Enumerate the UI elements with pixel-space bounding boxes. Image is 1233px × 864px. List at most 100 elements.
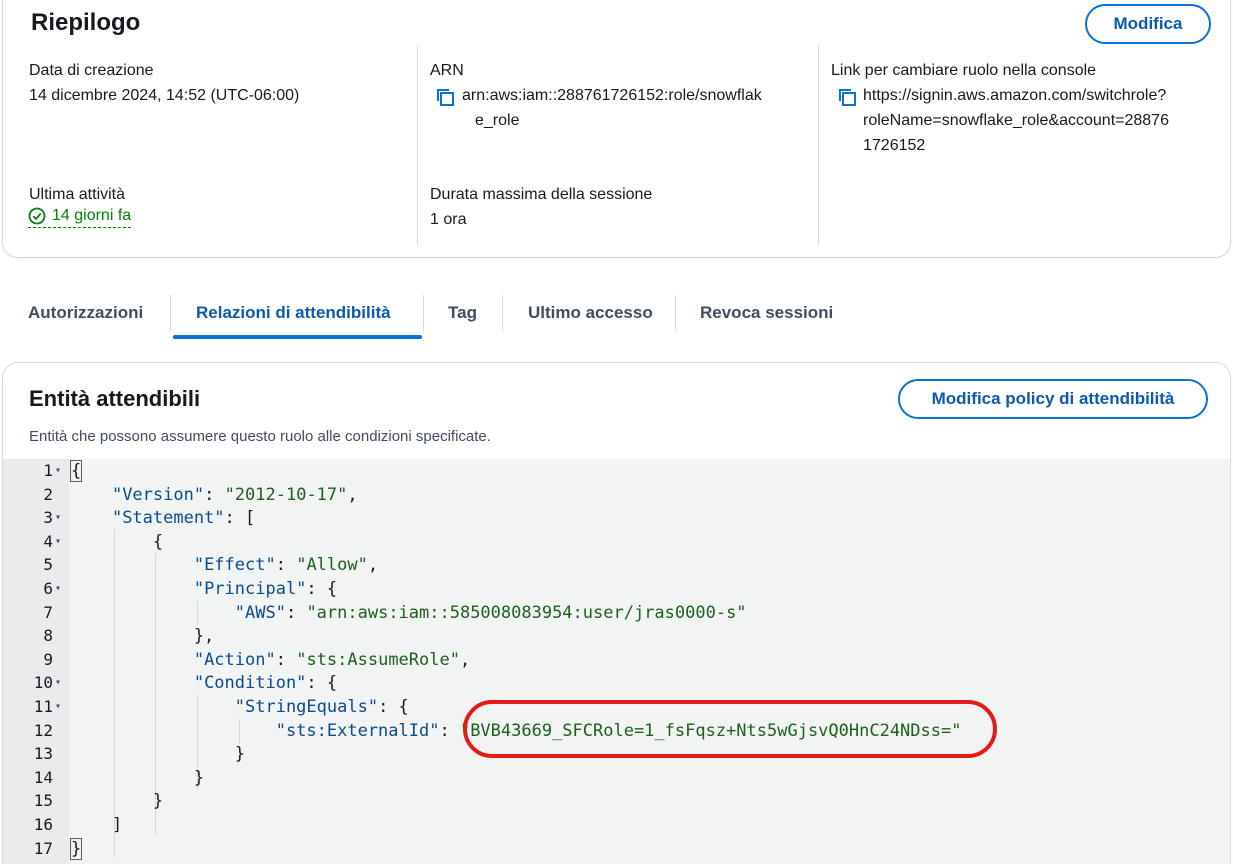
code-text: { xyxy=(71,531,164,552)
line-number: 3 xyxy=(43,508,53,528)
tab-divider xyxy=(170,295,171,331)
code-text: "Condition": { xyxy=(193,673,338,694)
json-key: "Principal" xyxy=(193,579,307,599)
fold-toggle-icon[interactable]: ▾ xyxy=(55,677,61,688)
check-circle-icon xyxy=(28,207,46,225)
last-activity-label: Ultima attività xyxy=(29,186,126,203)
line-number: 7 xyxy=(43,602,53,622)
json-value: "2012-10-17" xyxy=(224,484,348,505)
tab-permissions[interactable]: Autorizzazioni xyxy=(28,295,143,331)
code-line: 5 "Effect": "Allow", xyxy=(3,555,1230,579)
line-number: 5 xyxy=(43,555,53,575)
code-line: 3 ▾ "Statement": [ xyxy=(3,508,1230,532)
code-text: ] xyxy=(71,815,123,835)
line-number: 16 xyxy=(33,815,53,834)
code-line: 9 "Action": "sts:AssumeRole", xyxy=(3,649,1230,674)
code-line: 10 ▾ "Condition": { xyxy=(3,673,1230,697)
code-line: 17 } xyxy=(3,837,1230,863)
fold-toggle-icon[interactable]: ▾ xyxy=(55,701,61,712)
json-key: "AWS" xyxy=(234,602,286,623)
trusted-entities-description: Entità che possono assumere questo ruolo… xyxy=(29,428,491,445)
code-text: } xyxy=(71,744,245,765)
line-number: 1 xyxy=(43,461,53,480)
json-key: "Effect" xyxy=(193,555,276,576)
json-key: "Condition" xyxy=(193,673,307,694)
line-number: 17 xyxy=(33,838,53,858)
tab-revoke-sessions[interactable]: Revoca sessioni xyxy=(700,295,833,331)
last-activity-value: 14 giorni fa xyxy=(52,207,132,224)
line-number: 8 xyxy=(43,626,53,646)
arn-value-line2: e_role xyxy=(475,112,520,129)
copy-icon[interactable] xyxy=(837,87,857,107)
line-number: 14 xyxy=(33,767,53,787)
fold-toggle-icon[interactable]: ▾ xyxy=(55,583,61,594)
max-session-value: 1 ora xyxy=(430,211,467,228)
json-key: "StringEquals" xyxy=(234,697,379,717)
code-text: "StringEquals": { xyxy=(234,697,409,717)
code-text: "Action": "sts:AssumeRole", xyxy=(193,649,471,670)
code-editor[interactable]: 1 ▾ { 2 "Version": "2012-10-17", 3 ▾ "St… xyxy=(3,459,1230,864)
tab-tags[interactable]: Tag xyxy=(448,295,477,331)
code-line: 7 "AWS": "arn:aws:iam::585008083954:user… xyxy=(3,602,1230,627)
json-key: "sts:ExternalId" xyxy=(275,720,440,741)
code-text: }, xyxy=(71,626,215,647)
code-text: "Effect": "Allow", xyxy=(193,555,379,576)
code-text: "Principal": { xyxy=(193,579,338,599)
tab-bar: Autorizzazioni Relazioni di attendibilit… xyxy=(0,295,1233,341)
line-number: 15 xyxy=(33,791,53,811)
line-number: 6 xyxy=(43,579,53,598)
max-session-label: Durata massima della sessione xyxy=(430,186,653,203)
line-number: 11 xyxy=(33,697,53,716)
code-text: { xyxy=(69,460,83,482)
code-text: } xyxy=(69,837,83,860)
code-line: 8 }, xyxy=(3,626,1230,650)
edit-button[interactable]: Modifica xyxy=(1085,4,1211,44)
annotation-highlight-ellipse xyxy=(463,700,997,758)
copy-icon[interactable] xyxy=(435,87,455,107)
tab-divider xyxy=(675,295,676,331)
trusted-entities-card: Entità attendibili Entità che possono as… xyxy=(2,362,1231,864)
code-text: "Version": "2012-10-17", xyxy=(111,484,358,505)
json-key: "Version" xyxy=(111,484,205,505)
code-line: 14 } xyxy=(3,767,1230,792)
tab-trust-relationships[interactable]: Relazioni di attendibilità xyxy=(196,295,391,331)
arn-label: ARN xyxy=(430,62,464,79)
tab-last-accessed[interactable]: Ultimo accesso xyxy=(528,295,653,331)
fold-toggle-icon[interactable]: ▾ xyxy=(55,465,61,476)
line-number: 13 xyxy=(33,744,53,764)
code-line: 16 ] xyxy=(3,815,1230,839)
json-value: "sts:AssumeRole" xyxy=(296,649,460,670)
line-number: 4 xyxy=(43,531,53,551)
json-value: "arn:aws:iam::585008083954:user/jras0000… xyxy=(306,602,747,623)
code-line: 4 ▾ { xyxy=(3,531,1230,556)
fold-toggle-icon[interactable]: ▾ xyxy=(55,536,61,547)
summary-title: Riepilogo xyxy=(31,9,141,36)
tab-divider xyxy=(502,295,503,331)
code-text: "Statement": [ xyxy=(111,508,256,529)
column-divider xyxy=(417,45,418,245)
switch-role-link-line2[interactable]: roleName=snowflake_role&account=28876 xyxy=(863,108,1169,133)
switch-role-link-line3[interactable]: 1726152 xyxy=(863,133,925,158)
tab-divider xyxy=(423,295,424,331)
fold-toggle-icon[interactable]: ▾ xyxy=(55,512,61,523)
code-text: "AWS": "arn:aws:iam::585008083954:user/j… xyxy=(234,602,747,623)
json-key: "Statement" xyxy=(111,508,225,529)
code-text: } xyxy=(71,767,205,788)
switch-role-link-line1[interactable]: https://signin.aws.amazon.com/switchrole… xyxy=(863,83,1166,108)
code-line: 6 ▾ "Principal": { xyxy=(3,579,1230,603)
code-line: 1 ▾ { xyxy=(3,460,1230,485)
trusted-entities-title: Entità attendibili xyxy=(29,386,201,411)
last-activity-status[interactable]: 14 giorni fa xyxy=(28,207,132,228)
code-line: 15 } xyxy=(3,791,1230,815)
line-number: 10 xyxy=(33,673,53,693)
column-divider xyxy=(818,45,819,245)
code-text: } xyxy=(71,791,164,812)
creation-date-label: Data di creazione xyxy=(29,62,154,79)
creation-date-value: 14 dicembre 2024, 14:52 (UTC-06:00) xyxy=(29,87,300,104)
line-number: 12 xyxy=(33,720,53,740)
line-number: 2 xyxy=(43,484,53,504)
active-tab-indicator xyxy=(173,335,422,339)
edit-trust-policy-button[interactable]: Modifica policy di attendibilità xyxy=(898,379,1208,419)
switch-role-label: Link per cambiare ruolo nella console xyxy=(831,62,1097,79)
code-line: 2 "Version": "2012-10-17", xyxy=(3,484,1230,509)
